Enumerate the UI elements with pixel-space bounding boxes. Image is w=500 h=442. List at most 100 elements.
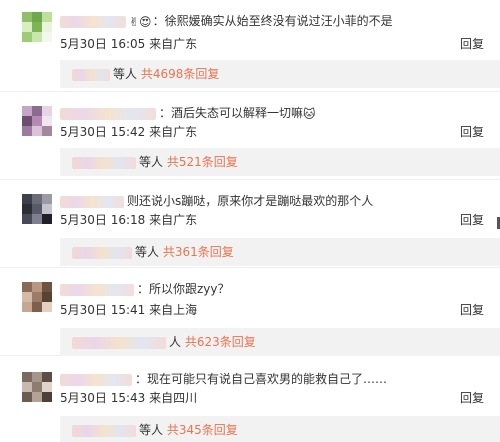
avatar-pixel <box>22 392 32 402</box>
sub-replies-summary: 等人 共521条回复 <box>72 154 238 170</box>
avatar-pixel <box>32 204 42 214</box>
avatar-pixel <box>22 382 32 392</box>
comment-date: 5月30日 <box>60 125 107 139</box>
avatar-pixel <box>22 126 32 136</box>
comment-line: ：现在可能只有说自己喜欢男的能救自己了…… <box>60 370 387 388</box>
sub-replies-count-link[interactable]: 共361条回复 <box>163 245 234 259</box>
comment-location: 来自广东 <box>149 213 198 227</box>
avatar-pixel <box>32 32 42 42</box>
sub-replies-bar[interactable]: 等人 共521条回复 <box>60 148 500 176</box>
avatar-pixel <box>42 12 52 22</box>
avatar-pixel <box>22 22 32 32</box>
avatar[interactable] <box>22 12 52 42</box>
blurred-username <box>72 424 136 437</box>
comment-list: ✌😍：徐熙媛确实从始至终没有说过汪小菲的不是 5月30日 16:05 来自广东 … <box>0 0 500 442</box>
blurred-username[interactable] <box>60 373 132 386</box>
avatar-pixel <box>42 302 52 312</box>
sub-replies-summary: 等人 共345条回复 <box>72 422 238 438</box>
avatar-pixel <box>42 32 52 42</box>
avatar[interactable] <box>22 372 52 402</box>
sub-replies-bar[interactable]: 等人 共345条回复 <box>60 416 500 442</box>
sub-replies-count-link[interactable]: 共4698条回复 <box>141 67 220 81</box>
avatar-pixel <box>22 292 32 302</box>
comment-item: ✌😍：徐熙媛确实从始至终没有说过汪小菲的不是 5月30日 16:05 来自广东 … <box>0 0 500 92</box>
reply-button[interactable]: 回复 <box>460 36 484 52</box>
sub-replies-suffix: 等人 <box>135 245 160 259</box>
avatar-pixel <box>22 32 32 42</box>
comment-date: 5月30日 <box>60 213 107 227</box>
comment-item: 则还说小s蹦哒，原来你才是蹦哒最欢的那个人 5月30日 16:18 来自广东 回… <box>0 180 500 268</box>
comment-location: 来自广东 <box>149 125 198 139</box>
comment-meta: 5月30日 15:42 来自广东 <box>60 124 197 140</box>
avatar-pixel <box>22 194 32 204</box>
avatar-pixel <box>42 292 52 302</box>
avatar-pixel <box>42 392 52 402</box>
avatar-pixel <box>32 116 42 126</box>
avatar-pixel <box>42 214 52 224</box>
blurred-username[interactable] <box>60 195 124 208</box>
avatar-pixel <box>42 126 52 136</box>
comment-location: 来自广东 <box>149 37 198 51</box>
avatar-pixel <box>42 194 52 204</box>
blurred-username[interactable] <box>60 283 134 296</box>
comment-date: 5月30日 <box>60 303 107 317</box>
blurred-username <box>72 68 110 81</box>
reply-button[interactable]: 回复 <box>460 302 484 318</box>
avatar[interactable] <box>22 194 52 224</box>
avatar-pixel <box>42 22 52 32</box>
avatar-pixel <box>22 282 32 292</box>
comment-item: ：酒后失态可以解释一切嘛🐱 5月30日 15:42 来自广东 回复 等人 共52… <box>0 92 500 180</box>
comment-text: ：酒后失态可以解释一切嘛 <box>159 106 304 120</box>
comment-time: 15:42 <box>110 125 146 139</box>
sub-replies-bar[interactable]: 等人 共4698条回复 <box>60 60 500 88</box>
sub-replies-summary: 等人 共4698条回复 <box>72 66 219 82</box>
avatar-pixel <box>42 382 52 392</box>
avatar-pixel <box>32 106 42 116</box>
sub-replies-suffix: 人 <box>169 335 182 349</box>
comment-item: ：所以你跟zyy？ 5月30日 15:41 来自上海 回复 人 共623条回复 <box>0 268 500 356</box>
sub-replies-bar[interactable]: 人 共623条回复 <box>60 328 500 356</box>
reply-button[interactable]: 回复 <box>460 390 484 406</box>
avatar-pixel <box>32 214 42 224</box>
avatar-pixel <box>22 214 32 224</box>
comment-text: ：现在可能只有说自己喜欢男的能救自己了…… <box>135 372 388 386</box>
avatar[interactable] <box>22 106 52 136</box>
sub-replies-summary: 人 共623条回复 <box>72 334 256 350</box>
cat-emoji-icon: 🐱 <box>303 106 316 121</box>
comment-time: 16:18 <box>110 213 146 227</box>
reply-button[interactable]: 回复 <box>460 212 484 228</box>
sub-replies-count-link[interactable]: 共623条回复 <box>185 335 256 349</box>
avatar-pixel <box>22 372 32 382</box>
reply-button[interactable]: 回复 <box>460 124 484 140</box>
sub-replies-count-link[interactable]: 共521条回复 <box>167 155 238 169</box>
avatar-pixel <box>22 116 32 126</box>
avatar-pixel <box>22 106 32 116</box>
blurred-username[interactable] <box>60 15 126 28</box>
user-badge-icon: ✌😍 <box>129 14 152 29</box>
avatar[interactable] <box>22 282 52 312</box>
comment-location: 来自四川 <box>149 391 198 405</box>
avatar-pixel <box>42 116 52 126</box>
avatar-pixel <box>22 204 32 214</box>
avatar-pixel <box>32 292 42 302</box>
avatar-pixel <box>32 372 42 382</box>
avatar-pixel <box>32 12 42 22</box>
avatar-pixel <box>42 282 52 292</box>
avatar-pixel <box>42 372 52 382</box>
avatar-pixel <box>32 194 42 204</box>
comment-location: 来自上海 <box>149 303 198 317</box>
comment-line: ：所以你跟zyy？ <box>60 280 230 298</box>
avatar-pixel <box>32 302 42 312</box>
avatar-pixel <box>32 392 42 402</box>
comment-date: 5月30日 <box>60 391 107 405</box>
comment-time: 15:41 <box>110 303 146 317</box>
sub-replies-suffix: 等人 <box>113 67 138 81</box>
avatar-pixel <box>32 126 42 136</box>
comment-line: ✌😍：徐熙媛确实从始至终没有说过汪小菲的不是 <box>60 12 393 30</box>
sub-replies-bar[interactable]: 等人 共361条回复 <box>60 238 500 266</box>
comment-meta: 5月30日 16:05 来自广东 <box>60 36 197 52</box>
avatar-pixel <box>32 382 42 392</box>
sub-replies-count-link[interactable]: 共345条回复 <box>167 423 238 437</box>
blurred-username[interactable] <box>60 107 156 120</box>
comment-meta: 5月30日 16:18 来自广东 <box>60 212 197 228</box>
